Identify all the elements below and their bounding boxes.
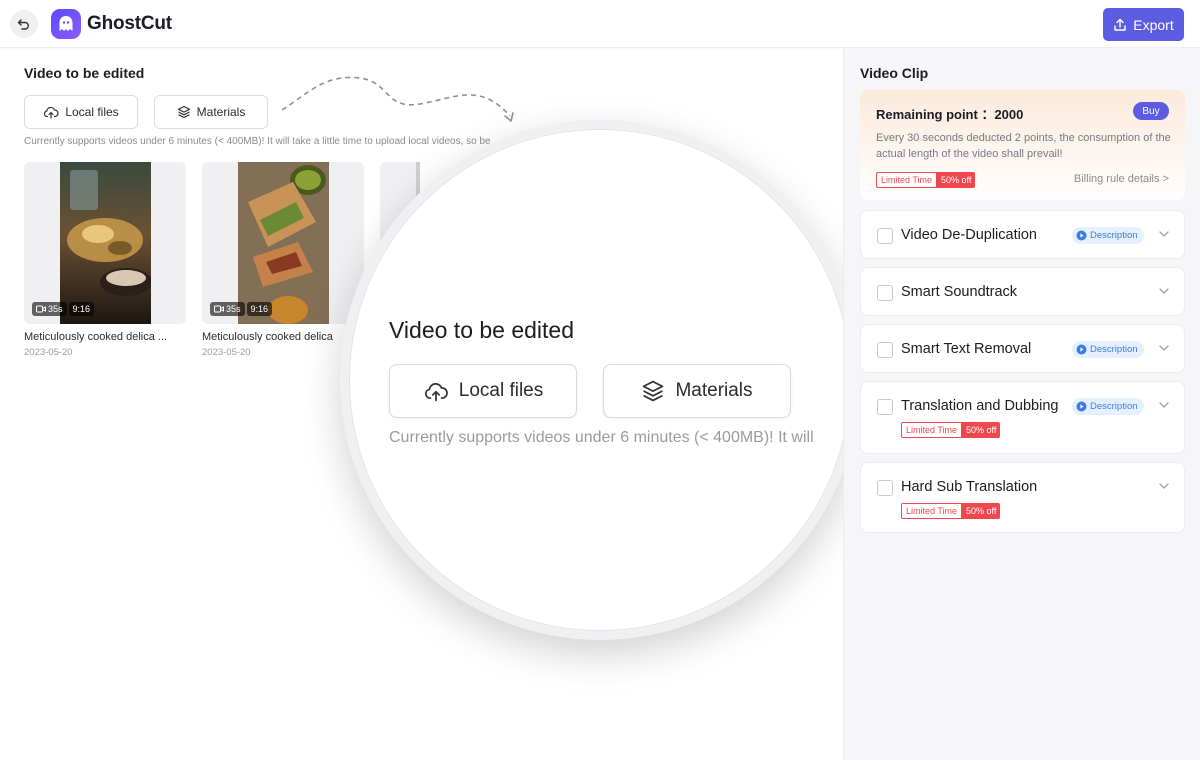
panel-title: Video Clip <box>860 65 929 81</box>
video-ratio: 9:16 <box>68 302 95 316</box>
feature-video-de-duplication[interactable]: Video De-Duplication Description <box>860 210 1185 259</box>
video-camera-icon <box>36 305 46 313</box>
ghost-logo-icon <box>51 9 81 39</box>
video-meta-badge: 35s 9:16 <box>32 302 95 316</box>
feature-checkbox[interactable] <box>877 480 893 496</box>
top-bar: GhostCut Export <box>0 0 1200 48</box>
feature-hard-sub-translation[interactable]: Hard Sub Translation Limited Time 50% of… <box>860 462 1185 533</box>
video-duration: 35s <box>226 304 241 314</box>
cloud-upload-icon <box>44 106 59 119</box>
magnified-local-files-button[interactable]: Local files <box>389 364 577 418</box>
feature-checkbox[interactable] <box>877 228 893 244</box>
play-circle-icon <box>1076 344 1087 355</box>
play-circle-icon <box>1076 401 1087 412</box>
video-card[interactable]: 35s 9:16 Meticulously cooked delica 2023… <box>202 162 364 358</box>
app-name: GhostCut <box>87 13 172 34</box>
video-title: Meticulously cooked delica <box>202 331 333 343</box>
magnified-upload-hint: Currently supports videos under 6 minute… <box>389 429 814 446</box>
feature-name: Translation and Dubbing <box>901 398 1059 414</box>
limited-time-label: Limited Time <box>901 422 963 438</box>
video-camera-icon <box>214 305 224 313</box>
promo-tag: Limited Time 50% off <box>901 422 1001 438</box>
description-label: Description <box>1090 401 1138 412</box>
description-tag[interactable]: Description <box>1072 341 1144 358</box>
video-date: 2023-05-20 <box>24 347 73 358</box>
layers-icon <box>643 380 664 402</box>
chevron-down-icon[interactable] <box>1158 287 1170 295</box>
discount-label: 50% off <box>962 422 1001 438</box>
cloud-upload-icon <box>424 383 448 402</box>
points-card: Remaining point ：2000 Buy Every 30 secon… <box>860 90 1185 200</box>
local-files-button[interactable]: Local files <box>24 95 138 129</box>
feature-smart-soundtrack[interactable]: Smart Soundtrack <box>860 267 1185 316</box>
remaining-points: Remaining point ：2000 <box>876 107 1024 122</box>
promo-tag: Limited Time 50% off <box>901 503 1001 519</box>
section-title: Video to be edited <box>24 65 145 81</box>
points-description: Every 30 seconds deducted 2 points, the … <box>876 132 1171 160</box>
dashed-arrow-icon <box>281 76 514 122</box>
upload-icon <box>1114 18 1126 31</box>
video-meta-badge: 35s 9:16 <box>210 302 273 316</box>
video-clip-panel: Video Clip Remaining point ：2000 Buy Eve… <box>843 48 1200 760</box>
feature-translation-and-dubbing[interactable]: Translation and Dubbing Description Limi… <box>860 381 1185 454</box>
food-photo-image <box>238 162 329 324</box>
buy-button[interactable]: Buy <box>1133 102 1169 120</box>
chevron-down-icon[interactable] <box>1158 482 1170 490</box>
undo-icon <box>17 19 29 30</box>
magnifier-lens: Video to be edited Local files Materials… <box>340 120 860 640</box>
magnified-section-title: Video to be edited <box>389 317 575 343</box>
promo-tag: Limited Time 50% off <box>876 172 976 188</box>
billing-rule-link[interactable]: Billing rule details > <box>1074 173 1169 185</box>
description-tag[interactable]: Description <box>1072 398 1144 415</box>
chevron-down-icon[interactable] <box>1158 401 1170 409</box>
feature-name: Smart Soundtrack <box>901 284 1018 300</box>
description-label: Description <box>1090 344 1138 355</box>
app-logo[interactable]: GhostCut <box>51 9 172 39</box>
play-circle-icon <box>1076 230 1087 241</box>
video-ratio: 9:16 <box>246 302 273 316</box>
feature-checkbox[interactable] <box>877 342 893 358</box>
video-title: Meticulously cooked delica ... <box>24 331 168 343</box>
limited-time-label: Limited Time <box>876 172 938 188</box>
chevron-down-icon[interactable] <box>1158 344 1170 352</box>
magnified-materials-label: Materials <box>675 380 753 401</box>
feature-smart-text-removal[interactable]: Smart Text Removal Description <box>860 324 1185 373</box>
video-duration: 35s <box>48 304 63 314</box>
magnified-local-files-label: Local files <box>458 380 544 401</box>
materials-label: Materials <box>196 105 246 119</box>
discount-label: 50% off <box>937 172 976 188</box>
magnified-materials-button[interactable]: Materials <box>603 364 791 418</box>
back-button[interactable] <box>10 10 38 38</box>
chevron-down-icon[interactable] <box>1158 230 1170 238</box>
materials-button[interactable]: Materials <box>154 95 268 129</box>
feature-checkbox[interactable] <box>877 399 893 415</box>
feature-name: Smart Text Removal <box>901 341 1032 357</box>
magnified-content: Video to be edited Local files Materials… <box>349 129 851 631</box>
video-card[interactable]: 35s 9:16 Meticulously cooked delica ... … <box>24 162 186 358</box>
feature-name: Video De-Duplication <box>901 227 1037 243</box>
export-button[interactable]: Export <box>1103 8 1184 41</box>
feature-checkbox[interactable] <box>877 285 893 301</box>
limited-time-label: Limited Time <box>901 503 963 519</box>
local-files-label: Local files <box>65 105 119 119</box>
description-tag[interactable]: Description <box>1072 227 1144 244</box>
layers-icon <box>177 105 190 119</box>
discount-label: 50% off <box>962 503 1001 519</box>
video-thumbnail[interactable]: 35s 9:16 <box>24 162 186 324</box>
feature-name: Hard Sub Translation <box>901 479 1038 495</box>
video-date: 2023-05-20 <box>202 347 251 358</box>
description-label: Description <box>1090 230 1138 241</box>
food-photo-image <box>60 162 151 324</box>
export-label: Export <box>1133 16 1174 33</box>
video-thumbnail[interactable]: 35s 9:16 <box>202 162 364 324</box>
